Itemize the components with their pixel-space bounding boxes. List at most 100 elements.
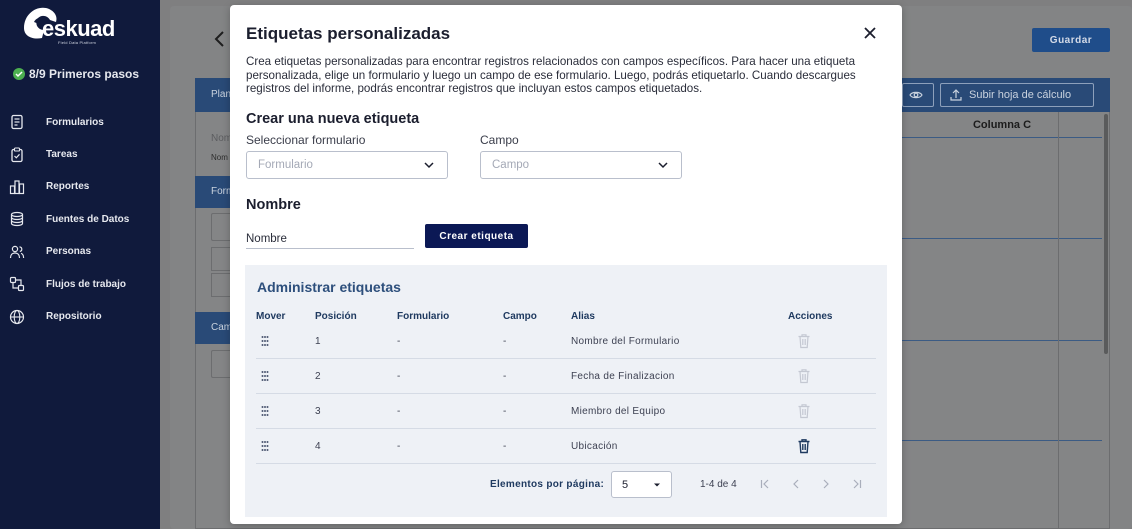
delete-button-disabled <box>797 394 811 428</box>
clipboard-icon <box>11 147 23 162</box>
database-icon <box>10 212 24 227</box>
globe-icon <box>9 309 25 324</box>
sidebar-item-personas[interactable]: Personas <box>0 236 160 268</box>
chevron-right-icon <box>823 479 829 489</box>
create-tag-button[interactable]: Crear etiqueta <box>425 224 528 248</box>
custom-tags-modal: Etiquetas personalizadas Crea etiquetas … <box>230 5 902 524</box>
background-tab-label: Plan <box>211 89 232 100</box>
items-per-page-value: 5 <box>622 478 629 491</box>
row-field: - <box>503 440 507 452</box>
drag-handle-icon <box>261 336 269 346</box>
next-page-button[interactable] <box>817 475 835 493</box>
table-row: 3 - - Miembro del Equipo <box>256 394 876 429</box>
last-page-icon <box>853 479 862 489</box>
items-per-page-select[interactable]: 5 <box>611 471 672 498</box>
delete-button-disabled <box>797 359 811 393</box>
close-icon[interactable] <box>862 25 878 41</box>
previous-page-button[interactable] <box>787 475 805 493</box>
manage-tags-panel: Administrar etiquetas Mover Posición For… <box>245 265 887 517</box>
first-page-button[interactable] <box>756 475 774 493</box>
trash-icon <box>798 334 810 349</box>
column-header-move: Mover <box>256 311 286 322</box>
onboarding-progress[interactable]: 8/9 Primeros pasos <box>13 67 139 81</box>
column-header-alias: Alias <box>571 311 595 322</box>
sidebar-item-label: Reportes <box>46 181 90 193</box>
grid-line <box>1058 112 1059 529</box>
sidebar-item-flujos-de-trabajo[interactable]: Flujos de trabajo <box>0 268 160 300</box>
sidebar-item-reportes[interactable]: Reportes <box>0 171 160 203</box>
upload-label: Subir hoja de cálculo <box>969 89 1072 101</box>
field-select[interactable]: Campo <box>480 151 682 179</box>
field-select-placeholder: Campo <box>492 159 530 171</box>
row-position: 1 <box>315 335 321 347</box>
manage-tags-title: Administrar etiquetas <box>257 279 401 295</box>
check-circle-icon <box>13 68 25 80</box>
form-select[interactable]: Formulario <box>246 151 448 179</box>
grid-line <box>902 340 1102 341</box>
preview-toggle[interactable] <box>902 83 934 107</box>
last-page-button[interactable] <box>848 475 866 493</box>
delete-button[interactable] <box>797 429 811 463</box>
sidebar-item-label: Repositorio <box>46 311 102 323</box>
background-input <box>211 247 231 271</box>
row-alias: Fecha de Finalizacion <box>571 370 675 382</box>
grid-line <box>902 238 1102 239</box>
form-select-placeholder: Formulario <box>258 159 313 171</box>
background-input <box>211 213 231 241</box>
row-form: - <box>397 370 401 382</box>
table-row: 1 - - Nombre del Formulario <box>256 324 876 359</box>
row-field: - <box>503 370 507 382</box>
people-icon <box>9 245 25 258</box>
delete-button-disabled <box>797 324 811 358</box>
drag-handle[interactable] <box>260 394 270 428</box>
drag-handle[interactable] <box>260 324 270 358</box>
tag-name-input[interactable] <box>246 229 414 249</box>
column-header-field: Campo <box>503 311 537 322</box>
row-form: - <box>397 335 401 347</box>
drag-handle-icon <box>261 406 269 416</box>
row-position: 3 <box>315 405 321 417</box>
background-scrollbar[interactable] <box>1104 114 1108 354</box>
background-tab-label: Cam <box>211 322 233 333</box>
logo-text: eskuad <box>42 16 115 41</box>
column-header-position: Posición <box>315 311 357 322</box>
column-header-actions: Acciones <box>788 311 833 322</box>
logo-subtitle: Field Data Platform <box>58 40 97 45</box>
back-arrow-icon[interactable] <box>210 29 230 49</box>
items-per-page-label: Elementos por página: <box>490 479 605 490</box>
sidebar-item-fuentes-de-datos[interactable]: Fuentes de Datos <box>0 203 160 235</box>
progress-label: 8/9 Primeros pasos <box>29 67 140 81</box>
sidebar-item-repositorio[interactable]: Repositorio <box>0 300 160 332</box>
drag-handle[interactable] <box>260 359 270 393</box>
row-position: 2 <box>315 370 321 382</box>
drag-handle[interactable] <box>260 429 270 463</box>
chevron-left-icon <box>793 479 799 489</box>
table-row: 4 - - Ubicación <box>256 429 876 464</box>
background-input <box>211 273 231 297</box>
column-header-form: Formulario <box>397 311 450 322</box>
trash-icon <box>798 404 810 419</box>
row-alias: Miembro del Equipo <box>571 405 666 417</box>
pagination-range: 1-4 de 4 <box>700 479 737 490</box>
eye-icon <box>909 91 923 99</box>
row-field: - <box>503 335 507 347</box>
modal-description: Crea etiquetas personalizadas para encon… <box>246 55 856 95</box>
upload-spreadsheet-button[interactable]: Subir hoja de cálculo <box>940 83 1094 107</box>
sidebar-item-tareas[interactable]: Tareas <box>0 138 160 170</box>
chevron-down-icon <box>424 162 434 169</box>
row-position: 4 <box>315 440 321 452</box>
sidebar-item-label: Formularios <box>46 116 104 128</box>
row-alias: Ubicación <box>571 440 618 452</box>
sidebar-nav: Formularios Tareas Reportes Fuentes de D… <box>0 106 160 333</box>
drag-handle-icon <box>261 441 269 451</box>
modal-title: Etiquetas personalizadas <box>246 24 451 43</box>
row-alias: Nombre del Formulario <box>571 335 680 347</box>
row-form: - <box>397 440 401 452</box>
first-page-icon <box>760 479 769 489</box>
row-form: - <box>397 405 401 417</box>
form-select-label: Seleccionar formulario <box>246 133 366 147</box>
background-text: Nom <box>211 153 228 162</box>
save-button[interactable]: Guardar <box>1032 28 1110 52</box>
sidebar-item-formularios[interactable]: Formularios <box>0 106 160 138</box>
background-text: Nom <box>211 133 233 144</box>
